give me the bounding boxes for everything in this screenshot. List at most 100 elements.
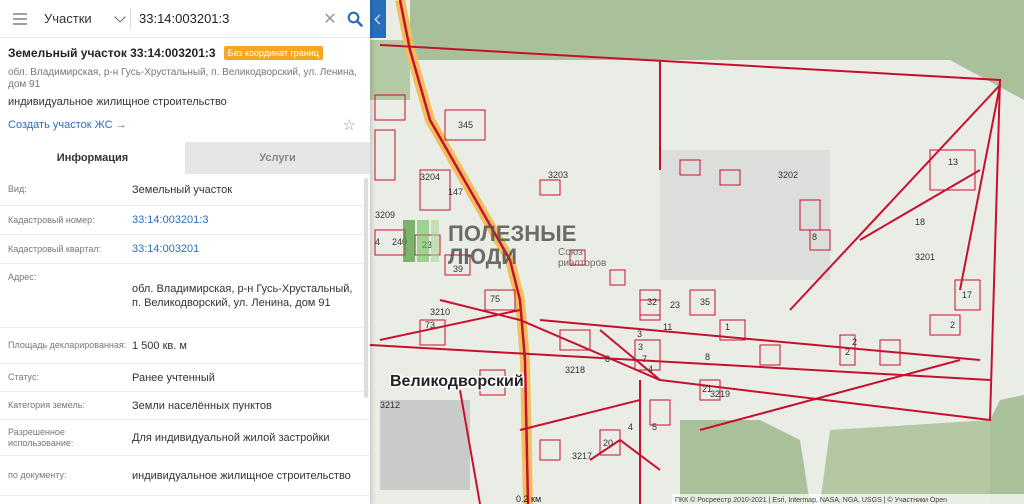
parcel-number: 3202 xyxy=(778,170,798,180)
parcel-number: 3219 xyxy=(710,389,730,399)
info-row-land-category: Категория земель: Земли населённых пункт… xyxy=(0,392,370,420)
forest-area xyxy=(820,420,990,504)
info-key: Категория земель: xyxy=(8,400,85,410)
favorite-star-icon[interactable]: ☆ xyxy=(343,116,356,134)
info-value: Ранее учтенный xyxy=(132,371,215,384)
parcel-number: 21 xyxy=(702,384,712,394)
parcel-number: 2 xyxy=(845,347,850,357)
scale-label: 0.2 км xyxy=(516,494,541,504)
info-key: по документу: xyxy=(8,470,67,480)
forest-area xyxy=(370,40,410,100)
info-value: 1 500 кв. м xyxy=(132,339,187,352)
search-button[interactable] xyxy=(340,0,370,38)
menu-button[interactable] xyxy=(0,0,40,38)
info-key: Вид: xyxy=(8,184,27,194)
parcel-number: 1 xyxy=(725,322,730,332)
info-row-type: Вид: Земельный участок xyxy=(0,174,370,206)
info-value: обл. Владимирская, р-н Гусь-Хрустальный,… xyxy=(132,282,353,309)
info-row-area: Площадь декларированная: 1 500 кв. м xyxy=(0,328,370,364)
parcel-number: 4 xyxy=(648,364,653,374)
parcel-number: 3218 xyxy=(565,365,585,375)
info-row-cadastral-quarter: Кадастровый квартал: 33:14:003201 xyxy=(0,235,370,264)
parcel-number: 3204 xyxy=(420,172,440,182)
tab-services[interactable]: Услуги xyxy=(185,142,370,174)
search-icon xyxy=(347,11,363,27)
watermark-line1: ПОЛЕЗНЫЕ xyxy=(448,221,576,246)
parcel-number: 32 xyxy=(647,297,657,307)
parcel-number: 2 xyxy=(852,337,857,347)
app: 345 3203 3202 3204 147 3209 240 4 23 39 … xyxy=(0,0,1024,504)
parcel-number: 3209 xyxy=(375,210,395,220)
parcel-number: 20 xyxy=(603,438,613,448)
parcel-number: 8 xyxy=(705,352,710,362)
parcel-number: 2 xyxy=(950,320,955,330)
scrollbar[interactable] xyxy=(364,178,368,398)
info-row-by-document: по документу: индивидуальное жилищное ст… xyxy=(0,456,370,496)
parcel-usage: индивидуальное жилищное строительство xyxy=(8,96,227,108)
parcel-number: 13 xyxy=(948,157,958,167)
status-badge: Без координат границ xyxy=(223,46,323,60)
watermark-logo: ПОЛЕЗНЫЕ ЛЮДИ Союз риэлторов xyxy=(403,220,606,269)
map-attribution: ПКК © Росреестр 2010-2021 | Esri, Interm… xyxy=(675,496,947,504)
parcel-number: 8 xyxy=(812,232,817,242)
cadastral-number-link[interactable]: 33:14:003201:3 xyxy=(132,213,362,227)
close-icon: ✕ xyxy=(323,10,337,28)
info-row-status: Статус: Ранее учтенный xyxy=(0,364,370,392)
info-value: Земли населённых пунктов xyxy=(132,399,272,412)
parcel-number: 3203 xyxy=(548,170,568,180)
category-select[interactable]: Участки xyxy=(40,10,130,26)
info-key: Площадь декларированная: xyxy=(8,340,127,350)
search-input[interactable]: 33:14:003201:3 xyxy=(130,7,320,30)
info-row-permitted-use: Разрешенное использование: Для индивидуа… xyxy=(0,420,370,456)
panel-tabs: Информация Услуги xyxy=(0,142,370,174)
info-value: Земельный участок xyxy=(132,183,233,196)
info-row-cadastral-number: Кадастровый номер: 33:14:003201:3 xyxy=(0,206,370,235)
info-key: Разрешенное использование: xyxy=(8,426,74,448)
parcel-number: 4 xyxy=(628,422,633,432)
create-parcel-link[interactable]: Создать участок ЖС → xyxy=(8,119,127,131)
info-key: Кадастровый номер: xyxy=(8,214,95,225)
info-key: Кадастровый квартал: xyxy=(8,243,102,254)
watermark-sub1: Союз xyxy=(558,247,583,258)
info-value: индивидуальное жилищное строительство xyxy=(132,469,351,482)
category-select-value: Участки xyxy=(44,11,92,26)
parcel-number: 4 xyxy=(375,237,380,247)
info-value: Для индивидуальной жилой застройки xyxy=(132,431,330,444)
info-row-address: Адрес: обл. Владимирская, р-н Гусь-Хруст… xyxy=(0,264,370,328)
parcel-number: 73 xyxy=(425,320,435,330)
parcel-number: 11 xyxy=(663,322,672,332)
town-label: Великодворский xyxy=(390,373,524,390)
cadastral-quarter-link[interactable]: 33:14:003201 xyxy=(132,242,362,256)
hamburger-icon xyxy=(13,12,27,15)
tab-information[interactable]: Информация xyxy=(0,142,185,174)
parcel-number: 3217 xyxy=(572,451,592,461)
parcel-number: 18 xyxy=(915,217,925,227)
parcel-number: 3201 xyxy=(915,252,935,262)
parcel-number: 345 xyxy=(458,120,473,130)
parcel-address: обл. Владимирская, р-н Гусь-Хрустальный,… xyxy=(8,67,357,90)
parcel-number: 3 xyxy=(638,342,643,352)
parcel-number: 75 xyxy=(490,294,500,304)
chevron-down-icon xyxy=(114,10,126,23)
block-area xyxy=(660,150,830,280)
clear-search-button[interactable]: ✕ xyxy=(320,0,340,38)
watermark-line2: ЛЮДИ xyxy=(448,244,517,269)
parcel-number: 35 xyxy=(700,297,710,307)
info-panel: Участки 33:14:003201:3 ✕ Земельный участ… xyxy=(0,0,370,504)
parcel-title: Земельный участок 33:14:003201:3 xyxy=(8,46,216,60)
parcel-number: 3212 xyxy=(380,400,400,410)
parcel-number: 147 xyxy=(448,187,463,197)
chevron-left-icon xyxy=(374,14,385,24)
map-scale: 0.2 км xyxy=(516,494,541,504)
info-table: Вид: Земельный участок Кадастровый номер… xyxy=(0,174,370,496)
info-key: Адрес: xyxy=(8,272,37,282)
watermark-sub2: риэлторов xyxy=(558,258,606,269)
parcel-number: 5 xyxy=(652,422,657,432)
parcel-number: 3210 xyxy=(430,307,450,317)
parcel-number: 8 xyxy=(605,354,610,364)
parcel-header: Земельный участок 33:14:003201:3 Без коо… xyxy=(0,38,370,134)
parcel-number: 17 xyxy=(962,290,972,300)
parcel-number: 7 xyxy=(642,354,647,364)
search-bar: Участки 33:14:003201:3 ✕ xyxy=(0,0,370,38)
collapse-panel-button[interactable] xyxy=(370,0,386,38)
